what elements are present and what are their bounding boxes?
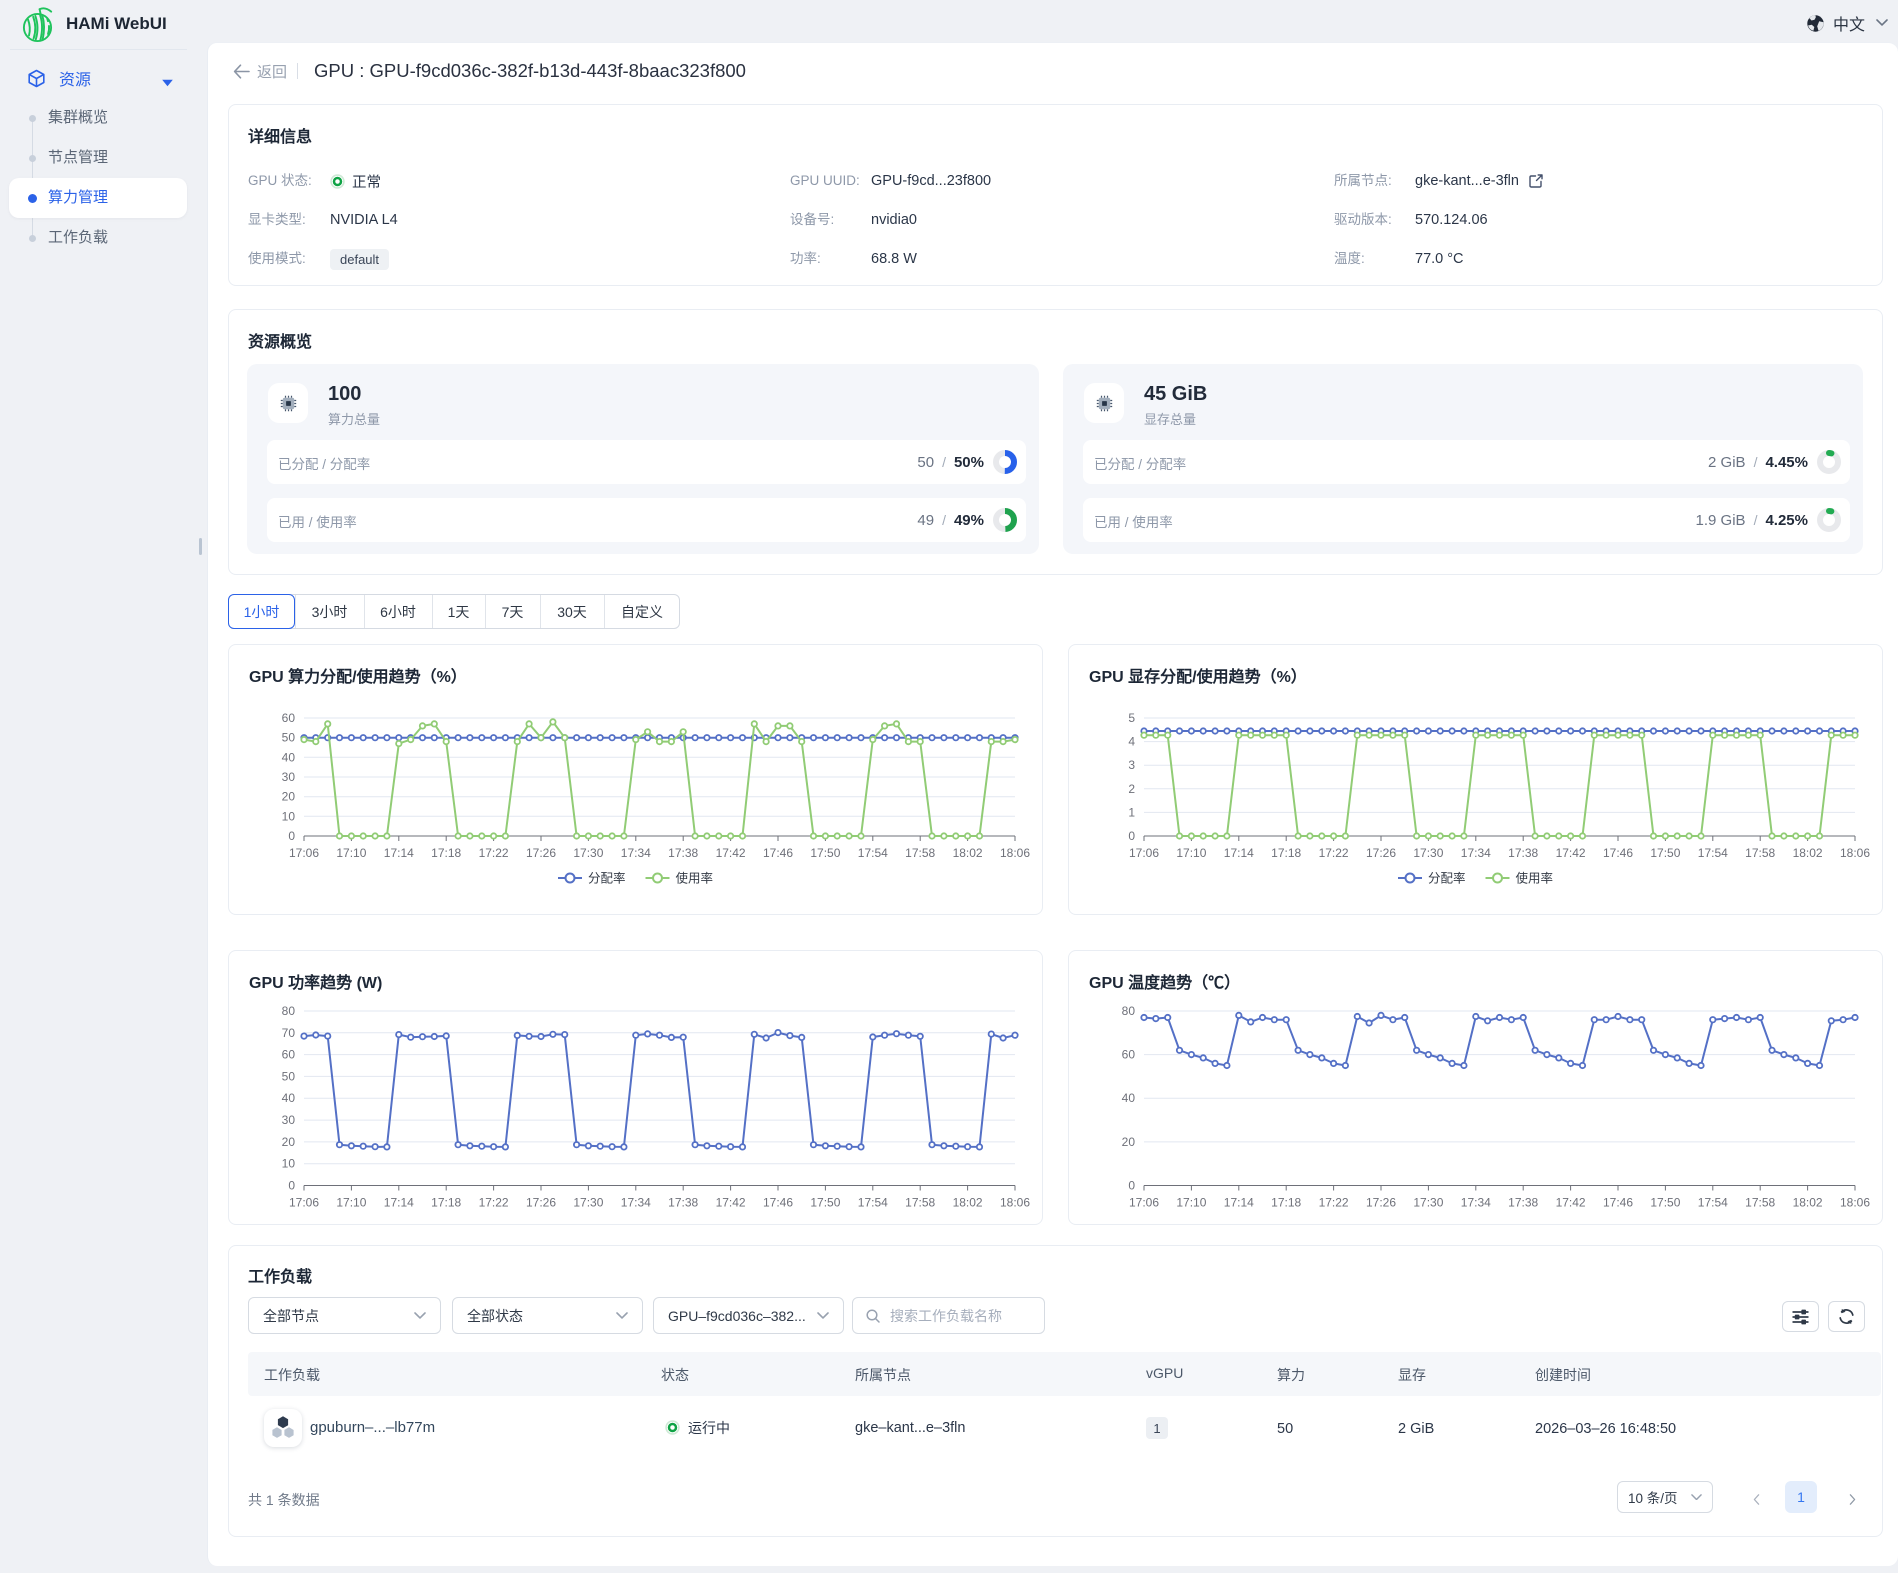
svg-text:40: 40 [1122,1091,1136,1105]
svg-text:10: 10 [282,1157,296,1171]
svg-text:0: 0 [1128,829,1135,843]
svg-text:17:22: 17:22 [479,1196,509,1210]
svg-text:17:58: 17:58 [905,1196,935,1210]
svg-text:30: 30 [282,1113,296,1127]
svg-text:17:30: 17:30 [1413,1196,1443,1210]
svg-text:17:10: 17:10 [336,846,366,860]
svg-text:17:34: 17:34 [1461,1196,1491,1210]
svg-text:17:54: 17:54 [858,846,888,860]
svg-text:17:10: 17:10 [1176,846,1206,860]
svg-text:17:50: 17:50 [1650,1196,1680,1210]
svg-text:17:42: 17:42 [1556,1196,1586,1210]
svg-text:17:46: 17:46 [1603,846,1633,860]
svg-text:18:06: 18:06 [1000,1196,1030,1210]
svg-text:18:02: 18:02 [1793,846,1823,860]
svg-text:80: 80 [1122,1004,1136,1018]
svg-text:17:54: 17:54 [1698,1196,1728,1210]
svg-text:18:02: 18:02 [1793,1196,1823,1210]
svg-text:10: 10 [282,809,296,823]
svg-text:17:06: 17:06 [1129,1196,1159,1210]
svg-text:17:18: 17:18 [431,1196,461,1210]
svg-text:17:54: 17:54 [1698,846,1728,860]
svg-text:18:06: 18:06 [1840,846,1870,860]
svg-text:20: 20 [282,1135,296,1149]
svg-text:0: 0 [1128,1179,1135,1193]
svg-text:17:42: 17:42 [716,1196,746,1210]
svg-text:17:30: 17:30 [573,1196,603,1210]
svg-text:17:18: 17:18 [431,846,461,860]
svg-text:17:18: 17:18 [1271,846,1301,860]
svg-text:60: 60 [282,1048,296,1062]
svg-text:17:22: 17:22 [1319,1196,1349,1210]
svg-text:17:06: 17:06 [1129,846,1159,860]
svg-text:17:50: 17:50 [810,846,840,860]
svg-text:分配率: 分配率 [1428,871,1466,886]
svg-text:17:14: 17:14 [384,846,414,860]
svg-text:17:38: 17:38 [1508,846,1538,860]
svg-text:17:10: 17:10 [336,1196,366,1210]
svg-text:4: 4 [1128,735,1135,749]
svg-text:17:46: 17:46 [1603,1196,1633,1210]
svg-text:17:22: 17:22 [1319,846,1349,860]
svg-text:分配率: 分配率 [588,871,626,886]
svg-text:17:26: 17:26 [526,846,556,860]
svg-text:18:02: 18:02 [953,1196,983,1210]
svg-text:17:54: 17:54 [858,1196,888,1210]
svg-text:17:30: 17:30 [1413,846,1443,860]
svg-text:17:34: 17:34 [621,1196,651,1210]
svg-text:50: 50 [282,1069,296,1083]
svg-text:30: 30 [282,770,296,784]
svg-text:17:42: 17:42 [716,846,746,860]
svg-text:18:06: 18:06 [1840,1196,1870,1210]
svg-text:17:14: 17:14 [1224,1196,1254,1210]
svg-text:20: 20 [282,790,296,804]
svg-text:17:58: 17:58 [1745,846,1775,860]
svg-text:60: 60 [1122,1048,1136,1062]
svg-text:17:46: 17:46 [763,1196,793,1210]
svg-text:20: 20 [1122,1135,1136,1149]
svg-text:17:42: 17:42 [1556,846,1586,860]
svg-text:70: 70 [282,1026,296,1040]
svg-text:17:38: 17:38 [1508,1196,1538,1210]
svg-text:17:38: 17:38 [668,846,698,860]
svg-text:17:46: 17:46 [763,846,793,860]
svg-text:40: 40 [282,750,296,764]
svg-text:17:26: 17:26 [1366,846,1396,860]
svg-text:17:18: 17:18 [1271,1196,1301,1210]
svg-text:18:02: 18:02 [953,846,983,860]
svg-text:17:06: 17:06 [289,846,319,860]
svg-text:17:26: 17:26 [1366,1196,1396,1210]
svg-text:17:50: 17:50 [810,1196,840,1210]
svg-text:17:14: 17:14 [1224,846,1254,860]
svg-text:0: 0 [288,1179,295,1193]
svg-text:17:34: 17:34 [1461,846,1491,860]
svg-text:40: 40 [282,1091,296,1105]
svg-text:17:22: 17:22 [479,846,509,860]
svg-text:17:38: 17:38 [668,1196,698,1210]
svg-text:1: 1 [1128,805,1135,819]
svg-text:17:14: 17:14 [384,1196,414,1210]
svg-text:使用率: 使用率 [1516,871,1554,886]
svg-text:5: 5 [1128,711,1135,725]
svg-text:17:26: 17:26 [526,1196,556,1210]
svg-text:3: 3 [1128,758,1135,772]
svg-text:17:06: 17:06 [289,1196,319,1210]
svg-text:17:10: 17:10 [1176,1196,1206,1210]
svg-text:2: 2 [1128,782,1135,796]
svg-text:0: 0 [288,829,295,843]
svg-text:17:58: 17:58 [905,846,935,860]
svg-text:80: 80 [282,1004,296,1018]
svg-text:18:06: 18:06 [1000,846,1030,860]
svg-text:使用率: 使用率 [676,871,714,886]
svg-text:17:50: 17:50 [1650,846,1680,860]
svg-text:60: 60 [282,711,296,725]
svg-text:17:30: 17:30 [573,846,603,860]
svg-text:17:34: 17:34 [621,846,651,860]
svg-text:17:58: 17:58 [1745,1196,1775,1210]
svg-text:50: 50 [282,731,296,745]
